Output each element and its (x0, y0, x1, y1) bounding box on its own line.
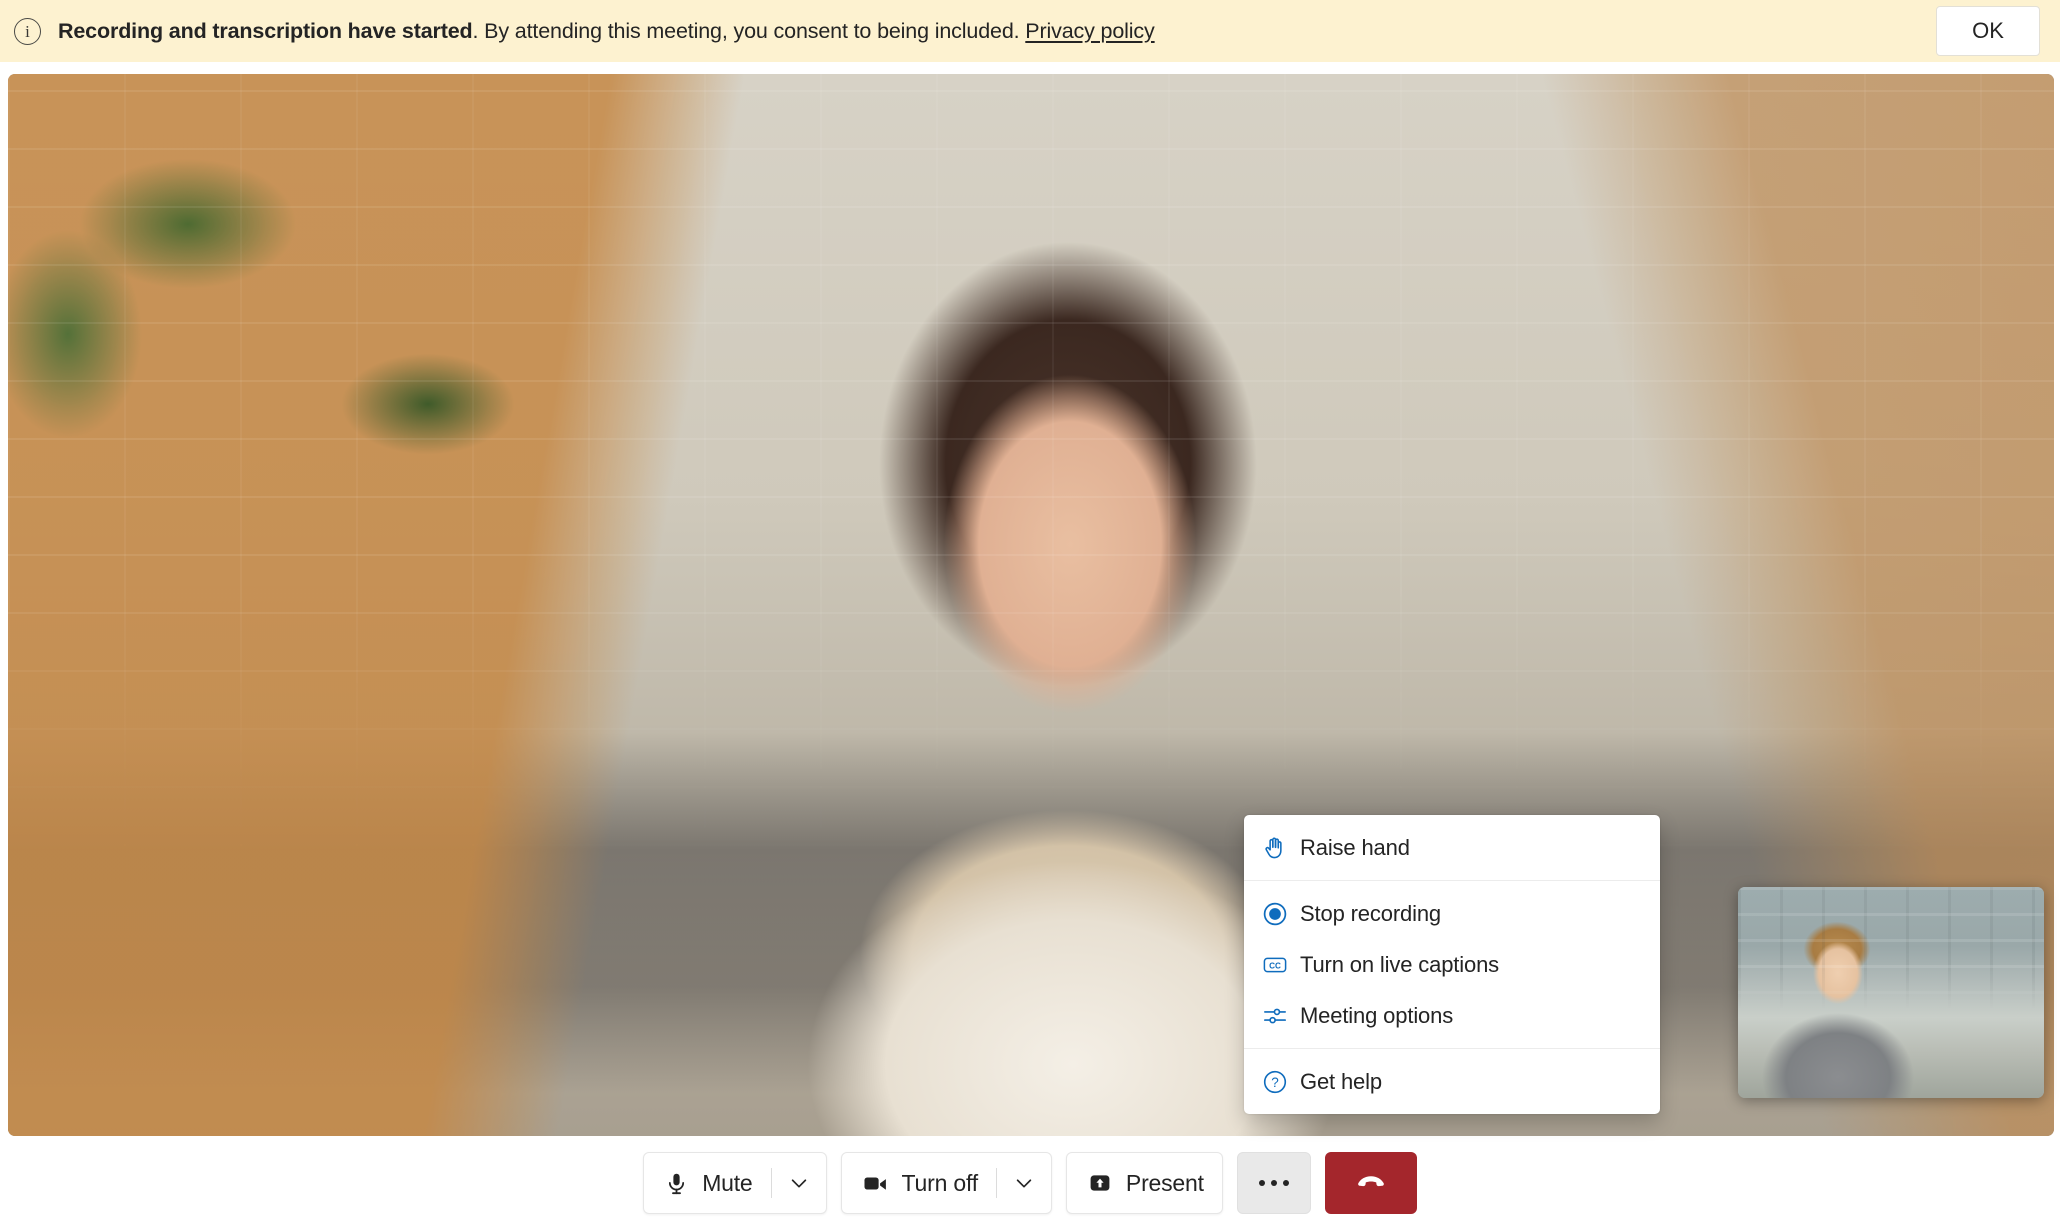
banner-message-strong: Recording and transcription have started (58, 18, 473, 43)
menu-group-2: Stop recording CC Turn on live captions (1244, 881, 1660, 1048)
dot (1258, 1180, 1265, 1186)
closed-captions-icon: CC (1262, 952, 1296, 978)
banner-ok-button[interactable]: OK (1936, 6, 2040, 56)
turn-off-camera-label: Turn off (901, 1169, 979, 1196)
banner-message: Recording and transcription have started… (58, 19, 1155, 44)
camera-control: Turn off (840, 1152, 1052, 1214)
raise-hand-icon (1262, 835, 1296, 861)
self-view-video[interactable] (1738, 887, 2044, 1098)
turn-off-camera-button[interactable]: Turn off (842, 1153, 996, 1213)
menu-item-label: Stop recording (1300, 900, 1441, 926)
meeting-options-icon (1262, 1003, 1296, 1029)
more-horizontal-icon (1258, 1180, 1289, 1186)
menu-item-live-captions[interactable]: CC Turn on live captions (1244, 939, 1660, 990)
menu-group-3: ? Get help (1244, 1049, 1660, 1114)
microphone-icon (664, 1171, 689, 1196)
mic-options-button[interactable] (772, 1153, 826, 1213)
privacy-policy-link[interactable]: Privacy policy (1025, 19, 1154, 43)
menu-item-label: Meeting options (1300, 1002, 1454, 1028)
menu-item-raise-hand[interactable]: Raise hand (1244, 822, 1660, 873)
svg-text:?: ? (1271, 1074, 1279, 1089)
menu-item-label: Raise hand (1300, 834, 1410, 860)
share-screen-icon (1087, 1170, 1113, 1196)
menu-item-label: Get help (1300, 1068, 1382, 1094)
banner-message-body: . By attending this meeting, you consent… (472, 18, 1026, 43)
leave-call-button[interactable] (1324, 1152, 1417, 1214)
svg-text:CC: CC (1269, 961, 1281, 970)
menu-item-get-help[interactable]: ? Get help (1244, 1056, 1660, 1107)
present-button-label: Present (1125, 1169, 1204, 1196)
info-circle-icon: i (14, 17, 41, 45)
mute-button-label: Mute (702, 1169, 753, 1196)
stop-recording-icon (1262, 901, 1296, 927)
menu-item-stop-recording[interactable]: Stop recording (1244, 888, 1660, 939)
camera-options-button[interactable] (997, 1153, 1051, 1213)
self-view-video-feed (1738, 887, 2044, 1098)
menu-item-meeting-options[interactable]: Meeting options (1244, 990, 1660, 1041)
menu-group-1: Raise hand (1244, 815, 1660, 880)
more-actions-button[interactable] (1236, 1152, 1311, 1214)
present-button[interactable]: Present (1067, 1153, 1222, 1213)
chevron-down-icon (1013, 1172, 1035, 1194)
mute-button[interactable]: Mute (644, 1153, 770, 1213)
menu-item-label: Turn on live captions (1300, 951, 1500, 977)
hangup-phone-icon (1354, 1166, 1388, 1200)
recording-consent-banner: i Recording and transcription have start… (0, 0, 2060, 62)
chevron-down-icon (788, 1172, 810, 1194)
video-camera-icon (862, 1170, 889, 1197)
help-circle-icon: ? (1262, 1069, 1296, 1095)
meeting-control-bar: Mute Turn off Present (0, 1148, 2060, 1218)
dot (1270, 1180, 1277, 1186)
more-actions-menu: Raise hand Stop recording CC Turn on liv… (1244, 815, 1660, 1114)
dot (1282, 1180, 1289, 1186)
present-control[interactable]: Present (1065, 1152, 1223, 1214)
mic-control: Mute (643, 1152, 827, 1214)
